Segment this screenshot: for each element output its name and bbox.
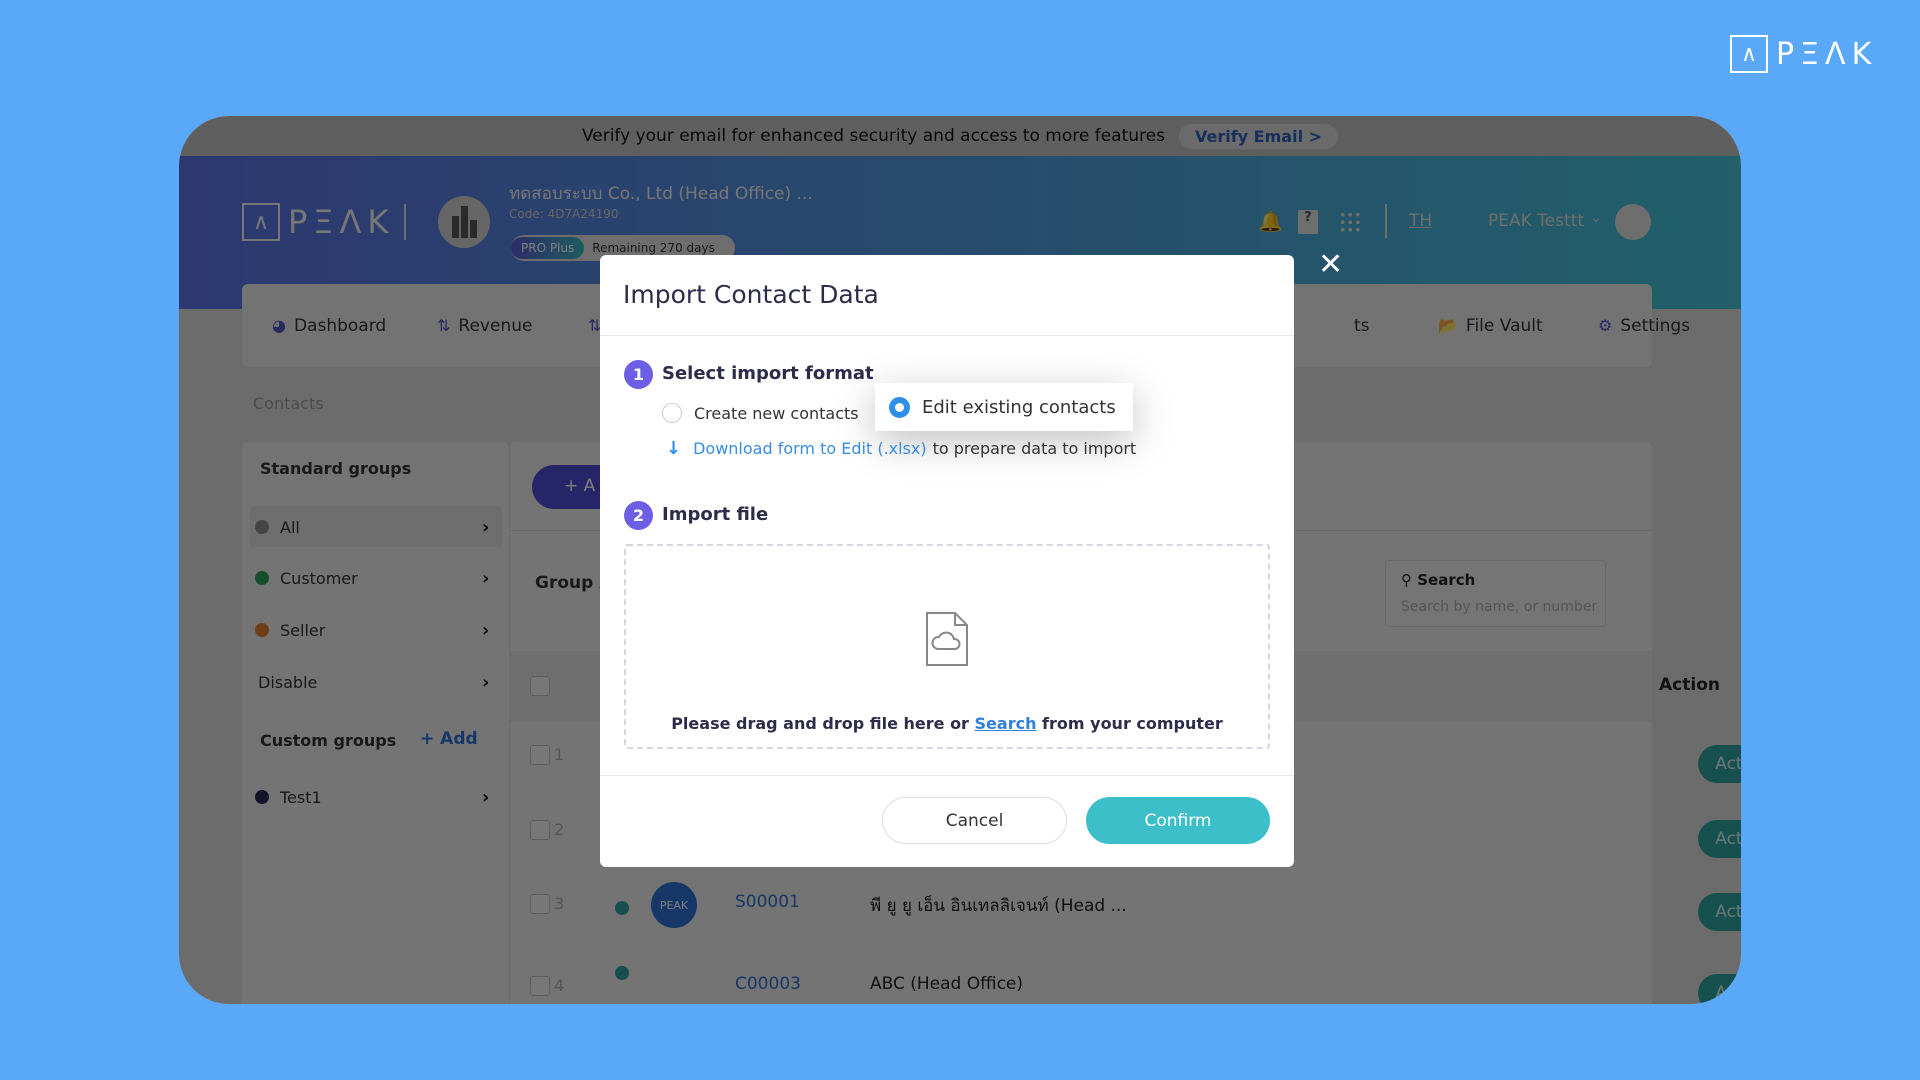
download-row: ↓ Download form to Edit (.xlsx) to prepa… (666, 438, 1136, 459)
drop-suffix: from your computer (1042, 714, 1223, 733)
peak-logo-icon: ∧ (1730, 35, 1768, 73)
file-dropzone[interactable]: Please drag and drop file here or Search… (624, 544, 1270, 749)
drop-prefix: Please drag and drop file here or (671, 714, 969, 733)
peak-brand-logo: ∧ PΞΛK (1730, 35, 1877, 73)
modal-title: Import Contact Data (623, 280, 879, 309)
arrow-down-icon: ↓ (666, 438, 682, 459)
step-number: 1 (624, 360, 653, 389)
confirm-button[interactable]: Confirm (1086, 797, 1270, 844)
download-form-link[interactable]: Download form to Edit (.xlsx) (693, 439, 927, 458)
step1-label: Select import format (662, 363, 874, 384)
browse-file-link[interactable]: Search (975, 714, 1037, 733)
import-contact-modal: Import Contact Data 1 Select import form… (600, 255, 1294, 867)
label: Edit existing contacts (922, 396, 1116, 418)
step-number: 2 (624, 501, 653, 530)
radio-checked[interactable] (889, 396, 910, 418)
radio-unchecked[interactable] (662, 403, 682, 423)
close-icon[interactable]: ✕ (1318, 250, 1343, 280)
step2-label: Import file (662, 504, 769, 525)
download-suffix: to prepare data to import (932, 439, 1137, 458)
divider (600, 775, 1294, 776)
cloud-file-icon (926, 612, 968, 666)
divider (600, 335, 1294, 336)
radio-edit-existing[interactable]: Edit existing contacts (875, 383, 1133, 431)
radio-create-new[interactable]: Create new contacts (662, 403, 859, 423)
cancel-button[interactable]: Cancel (882, 797, 1067, 844)
label: Create new contacts (694, 403, 859, 423)
drop-instructions: Please drag and drop file here or Search… (626, 714, 1268, 733)
